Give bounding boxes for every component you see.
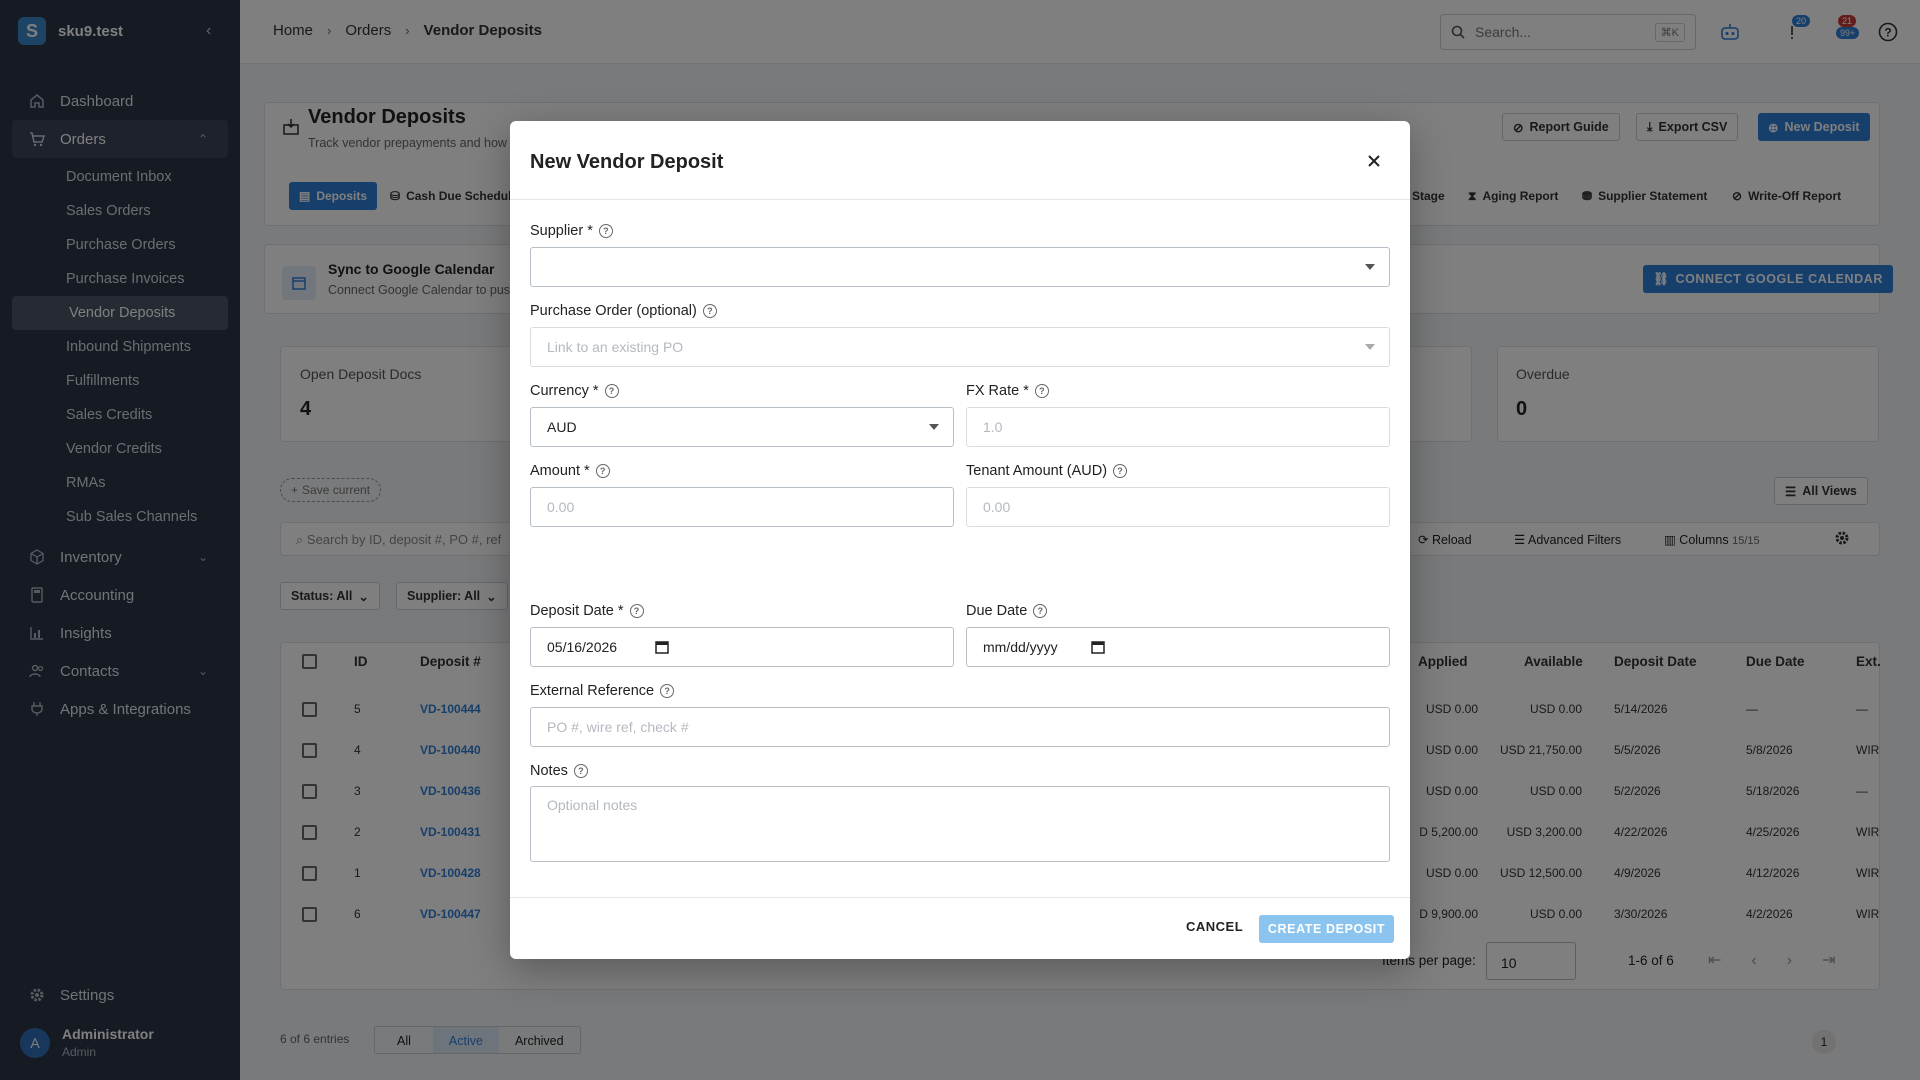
purchase-order-select[interactable]: Link to an existing PO [530,327,1390,367]
help-icon[interactable]: ? [1034,384,1049,398]
fx-label-text: FX Rate * [966,383,1029,399]
amount-label-text: Amount * [530,463,590,479]
calendar-icon[interactable] [655,640,669,654]
currency-select[interactable]: AUD [530,407,954,447]
help-icon[interactable]: ? [1113,464,1128,478]
help-icon[interactable]: ? [598,224,613,238]
help-icon[interactable]: ? [595,464,610,478]
po-label-text: Purchase Order (optional) [530,303,697,319]
help-icon[interactable]: ? [629,604,644,618]
tenant-label-text: Tenant Amount (AUD) [966,463,1108,479]
external-reference-input[interactable]: PO #, wire ref, check # [530,707,1390,747]
amount-label: Amount *? [530,463,610,479]
cancel-button[interactable]: CANCEL [1186,919,1243,934]
tenant-placeholder: 0.00 [983,499,1011,515]
due-date-label-text: Due Date [966,603,1028,619]
supplier-label: Supplier *? [530,223,613,239]
ext-ref-label-text: External Reference [530,683,655,699]
due-date-input[interactable]: mm/dd/yyyy [966,627,1390,667]
ext-ref-placeholder: PO #, wire ref, check # [547,719,689,735]
dropdown-arrow-icon [1365,344,1375,350]
deposit-date-label-text: Deposit Date * [530,603,624,619]
po-placeholder: Link to an existing PO [547,339,684,355]
help-icon[interactable]: ? [660,684,675,698]
fx-placeholder: 1.0 [983,419,1003,435]
currency-label-text: Currency * [530,383,599,399]
po-label: Purchase Order (optional)? [530,303,717,319]
supplier-select[interactable] [530,247,1390,287]
fx-rate-label: FX Rate *? [966,383,1049,399]
help-icon[interactable]: ? [604,384,619,398]
currency-label: Currency *? [530,383,619,399]
due-date-placeholder: mm/dd/yyyy [983,639,1058,655]
deposit-date-value: 05/16/2026 [547,639,618,655]
notes-placeholder: Optional notes [547,797,638,813]
amount-placeholder: 0.00 [547,499,575,515]
notes-textarea[interactable]: Optional notes [530,786,1390,862]
external-reference-label: External Reference? [530,683,675,699]
notes-label: Notes? [530,763,588,779]
deposit-date-input[interactable]: 05/16/2026 [530,627,954,667]
dropdown-arrow-icon [1365,264,1375,270]
new-vendor-deposit-dialog: New Vendor Deposit Supplier *? Purchase … [510,121,1410,959]
help-icon[interactable]: ? [1033,604,1048,618]
tenant-amount-label: Tenant Amount (AUD)? [966,463,1128,479]
currency-value: AUD [547,419,577,435]
create-deposit-button[interactable]: CREATE DEPOSIT [1259,915,1394,943]
help-icon[interactable]: ? [702,304,717,318]
amount-input[interactable]: 0.00 [530,487,954,527]
dialog-title: New Vendor Deposit [530,151,724,173]
supplier-label-text: Supplier * [530,223,593,239]
dialog-footer-divider [510,897,1410,898]
due-date-label: Due Date? [966,603,1048,619]
notes-label-text: Notes [530,763,568,779]
close-icon[interactable] [1362,149,1386,173]
fx-rate-input[interactable]: 1.0 [966,407,1390,447]
dropdown-arrow-icon [929,424,939,430]
calendar-icon[interactable] [1091,640,1105,654]
help-icon[interactable]: ? [573,764,588,778]
deposit-date-label: Deposit Date *? [530,603,644,619]
tenant-amount-input[interactable]: 0.00 [966,487,1390,527]
dialog-divider [510,199,1410,200]
